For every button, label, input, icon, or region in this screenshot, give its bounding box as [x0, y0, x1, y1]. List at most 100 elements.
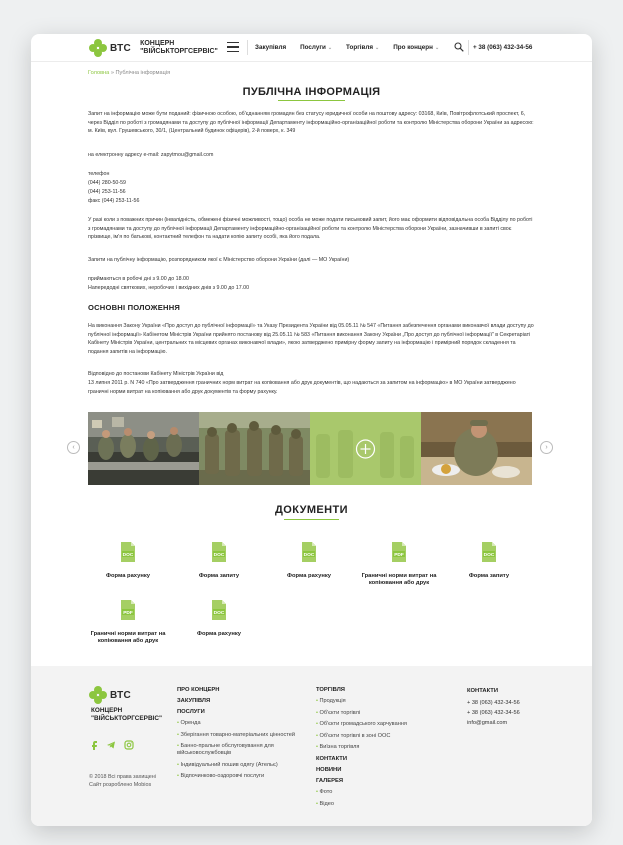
nav-services[interactable]: Послуги ⌄	[300, 44, 332, 51]
text-request-address: Запит на інформацію може бути поданий: ф…	[88, 111, 534, 134]
document-item[interactable]: DOC Форма запиту	[444, 541, 534, 580]
document-item[interactable]: PDF Граничні норми витрат на копіювання а…	[354, 541, 444, 587]
nav-purchases[interactable]: Закупівля	[255, 44, 286, 51]
divider	[247, 40, 248, 55]
document-name: Форма запиту	[198, 573, 240, 579]
svg-text:DOC: DOC	[214, 552, 225, 558]
footer-link-news[interactable]: НОВИНИ	[316, 767, 441, 773]
nav-about[interactable]: Про концерн ⌄	[393, 44, 439, 51]
logo-name: КОНЦЕРН "ВІЙСЬКТОРГСЕРВІС"	[140, 40, 218, 55]
footer-trade-item[interactable]: Об'єкти торгівлі	[316, 710, 441, 717]
footer-logo-abbr: ВТС	[110, 689, 132, 701]
site-logo[interactable]: ВТС КОНЦЕРН "ВІЙСЬКТОРГСЕРВІС"	[89, 39, 218, 57]
text-requests: Запити на публічну інформацію, розпорядн…	[88, 257, 350, 263]
document-item[interactable]: DOC Форма рахунку	[174, 599, 264, 638]
footer-email[interactable]: info@gmail.com	[467, 718, 567, 728]
footer-phone[interactable]: + 38 (063) 432-34-56	[467, 698, 567, 708]
doc-file-icon: DOC	[482, 542, 496, 562]
page-title: ПУБЛІЧНА ІНФОРМАЦІЯ	[242, 86, 381, 98]
site-header: ВТС КОНЦЕРН "ВІЙСЬКТОРГСЕРВІС" Закупівля…	[31, 34, 592, 62]
doc-file-icon: DOC	[302, 542, 316, 562]
page-frame: ВТС КОНЦЕРН "ВІЙСЬКТОРГСЕРВІС" Закупівля…	[31, 34, 592, 826]
footer-col-1: ПРО КОНЦЕРН ЗАКУПІВЛЯ ПОСЛУГИ Оренда Збе…	[177, 687, 297, 785]
facebook-icon[interactable]	[89, 740, 99, 750]
document-item[interactable]: PDF Граничні норми витрат на копіювання а…	[83, 599, 173, 645]
footer-logo[interactable]: ВТС КОНЦЕРН "ВІЙСЬКТОРГСЕРВІС"	[89, 686, 162, 722]
footer-link-services[interactable]: ПОСЛУГИ	[177, 709, 297, 715]
text-fax: факс (044) 253-11-56	[88, 198, 140, 204]
document-item[interactable]: DOC Форма рахунку	[83, 541, 173, 580]
gallery-photo[interactable]	[199, 412, 310, 485]
text-email: на електронну адресу e-mail: zapytmou@gm…	[88, 152, 214, 158]
document-name: Форма рахунку	[287, 573, 331, 579]
chevron-down-icon: ⌄	[327, 44, 333, 51]
section-title: ОСНОВНІ ПОЛОЖЕННЯ	[88, 303, 181, 312]
gallery-prev-button[interactable]: ‹	[67, 441, 80, 454]
documents-title-underline	[284, 519, 339, 520]
svg-text:PDF: PDF	[394, 552, 404, 558]
instagram-icon[interactable]	[124, 740, 134, 750]
footer-copyright: © 2018 Всі права захищені Сайт розроблен…	[89, 774, 156, 789]
footer-link-gallery[interactable]: ГАЛЕРЕЯ	[316, 778, 441, 784]
svg-text:DOC: DOC	[304, 552, 315, 558]
footer-link-about[interactable]: ПРО КОНЦЕРН	[177, 687, 297, 693]
svg-text:PDF: PDF	[123, 610, 133, 616]
text-norms: 13 липня 2011 р. N 740 «Про затвердження…	[88, 380, 516, 395]
text-resolution: Відповідно до постанови Кабінету Міністр…	[88, 371, 224, 377]
text-phone1: (044) 280-50-59	[88, 180, 126, 186]
footer-gallery-item[interactable]: Фото	[316, 789, 441, 796]
breadcrumb: Головна » Публічна інформація	[88, 70, 171, 76]
clover-logo-icon	[89, 39, 107, 57]
gallery-next-button[interactable]: ›	[540, 441, 553, 454]
text-hours: приймаються в робочі дні з 9.00 до 18.00	[88, 276, 189, 282]
footer-link-contacts[interactable]: КОНТАКТИ	[316, 756, 441, 762]
footer-service-item[interactable]: Банно-пральне обслуговування для військо…	[177, 743, 297, 757]
text-law: На виконання Закону України «Про доступ …	[88, 323, 534, 355]
text-phone-label: телефон	[88, 171, 110, 177]
chevron-down-icon: ⌄	[375, 44, 380, 51]
document-name: Граничні норми витрат на копіювання або …	[361, 573, 437, 586]
footer-trade-item[interactable]: Об'єкти громадського харчування	[316, 721, 441, 728]
doc-file-icon: DOC	[121, 542, 135, 562]
clover-logo-icon	[89, 686, 107, 704]
footer-service-item[interactable]: Зберігання товарно-матеріальних цінносте…	[177, 732, 297, 739]
footer-service-item[interactable]: Відпочинково-оздоровчі послуги	[177, 773, 297, 780]
gallery-photo-active[interactable]	[310, 412, 421, 485]
footer-link-trade[interactable]: ТОРГІВЛЯ	[316, 687, 441, 693]
gallery-photo[interactable]	[421, 412, 532, 485]
logo-abbr: ВТС	[110, 42, 132, 54]
text-phone2: (044) 253-11-56	[88, 189, 126, 195]
site-footer: ВТС КОНЦЕРН "ВІЙСЬКТОРГСЕРВІС" © 2018 Вс…	[31, 666, 592, 826]
footer-service-item[interactable]: Оренда	[177, 720, 297, 727]
breadcrumb-home[interactable]: Головна	[88, 70, 109, 76]
divider	[468, 40, 469, 55]
footer-trade-item[interactable]: Виїзна торгівля	[316, 744, 441, 751]
svg-text:DOC: DOC	[484, 552, 495, 558]
photo-gallery	[88, 412, 532, 485]
gallery-photo[interactable]	[88, 412, 199, 485]
header-phone[interactable]: + 38 (063) 432-34-56	[473, 44, 532, 51]
svg-text:DOC: DOC	[123, 552, 134, 558]
footer-service-item[interactable]: Індивідуальний пошив одягу (Ательє)	[177, 762, 297, 769]
pdf-file-icon: PDF	[392, 542, 406, 562]
footer-col-3: КОНТАКТИ + 38 (063) 432-34-56 + 38 (063)…	[467, 686, 567, 728]
doc-file-icon: DOC	[212, 542, 226, 562]
footer-trade-item[interactable]: Об'єкти торгівлі в зоні ООС	[316, 733, 441, 740]
footer-gallery-item[interactable]: Відео	[316, 801, 441, 808]
document-item[interactable]: DOC Форма рахунку	[264, 541, 354, 580]
nav-trade[interactable]: Торгівля ⌄	[346, 44, 379, 51]
footer-phone[interactable]: + 38 (063) 432-34-56	[467, 708, 567, 718]
document-name: Форма рахунку	[197, 631, 241, 637]
main-nav: Закупівля Послуги ⌄ Торгівля ⌄ Про концерн…	[255, 44, 453, 51]
search-icon[interactable]	[454, 42, 464, 52]
document-name: Граничні норми витрат на копіювання або …	[90, 631, 166, 644]
telegram-icon[interactable]	[106, 740, 116, 750]
menu-burger-icon[interactable]	[227, 42, 239, 52]
footer-developer-link[interactable]: Сайт розроблено Mobios	[89, 781, 156, 789]
footer-trade-item[interactable]: Продукція	[316, 698, 441, 705]
footer-link-purchases[interactable]: ЗАКУПІВЛЯ	[177, 698, 297, 704]
document-item[interactable]: DOC Форма запиту	[174, 541, 264, 580]
chevron-down-icon: ⌄	[434, 44, 440, 51]
svg-text:DOC: DOC	[214, 610, 225, 616]
footer-col-2: ТОРГІВЛЯ Продукція Об'єкти торгівлі Об'є…	[316, 687, 441, 812]
